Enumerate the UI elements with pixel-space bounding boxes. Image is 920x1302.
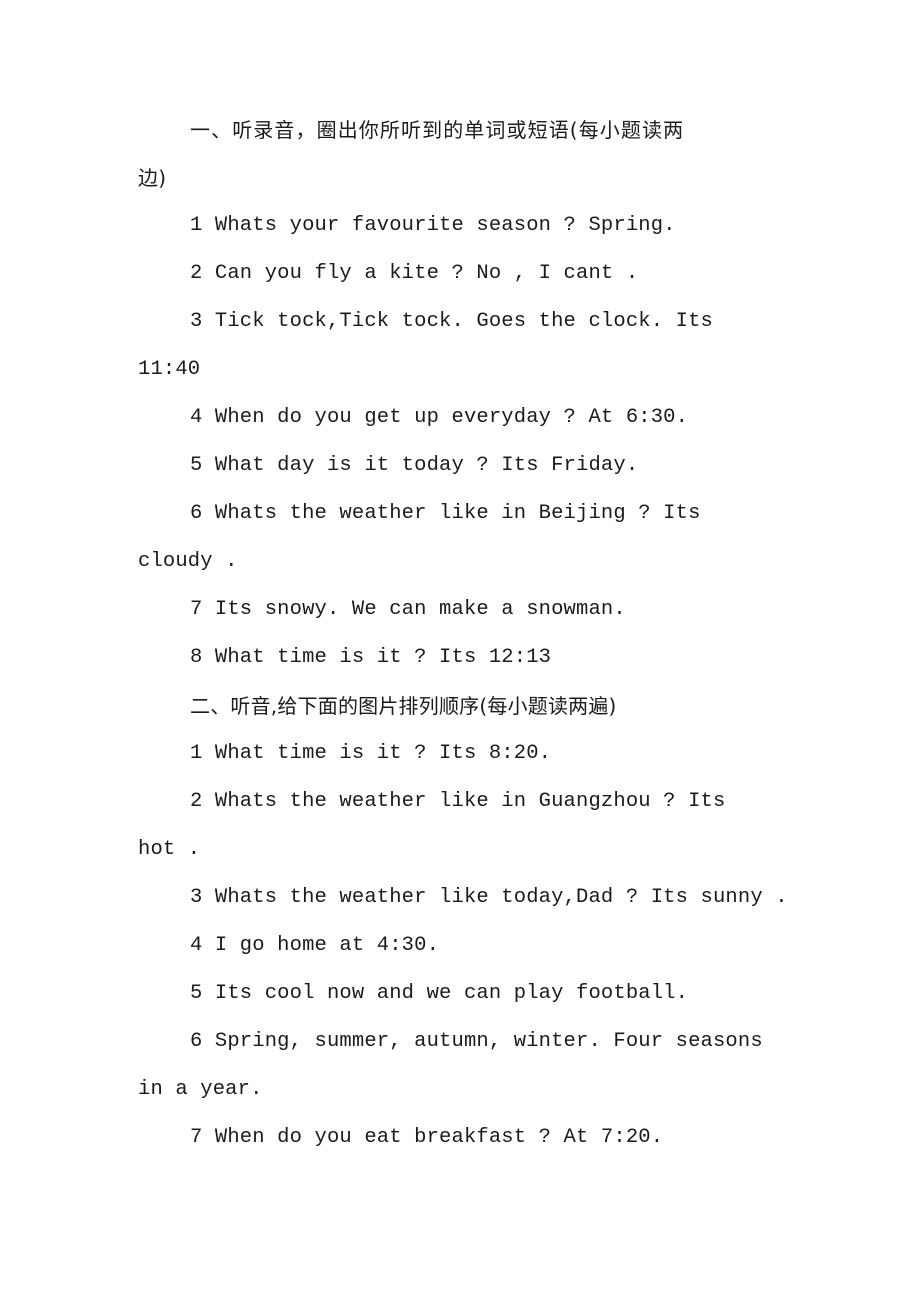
section-one-item-2: 2 Can you fly a kite ? No , I cant .	[190, 262, 639, 285]
section-two-item-2-continuation: hot .	[138, 838, 201, 861]
document-body: 一、听录音，圈出你所听到的单词或短语(每小题读两 边) 1 Whats your…	[138, 106, 788, 1162]
section-two-item-6: 6 Spring, summer, autumn, winter. Four s…	[190, 1030, 763, 1053]
section-one-item-3: 3 Tick tock,Tick tock. Goes the clock. I…	[190, 310, 713, 333]
document-page: 一、听录音，圈出你所听到的单词或短语(每小题读两 边) 1 Whats your…	[0, 0, 920, 1302]
section-one-item-8: 8 What time is it ? Its 12:13	[190, 646, 552, 669]
section-one-item-3-continuation: 11:40	[138, 358, 201, 381]
section-one-item-4: 4 When do you get up everyday ? At 6:30.	[190, 406, 689, 429]
section-one-item-6: 6 Whats the weather like in Beijing ? It…	[190, 502, 701, 525]
section-one-item-5: 5 What day is it today ? Its Friday.	[190, 454, 639, 477]
section-two-heading: 二、听音,给下面的图片排列顺序(每小题读两遍)	[190, 694, 617, 718]
section-two-item-4: 4 I go home at 4:30.	[190, 934, 440, 957]
section-two-item-3: 3 Whats the weather like today,Dad ? Its…	[190, 886, 788, 909]
section-two-item-6-continuation: in a year.	[138, 1078, 263, 1101]
section-two-item-2: 2 Whats the weather like in Guangzhou ? …	[190, 790, 726, 813]
section-two-item-1: 1 What time is it ? Its 8:20.	[190, 742, 552, 765]
section-one-item-7: 7 Its snowy. We can make a snowman.	[190, 598, 626, 621]
section-one-heading-line-2: 边)	[138, 166, 167, 190]
section-two-item-7: 7 When do you eat breakfast ? At 7:20.	[190, 1126, 664, 1149]
section-one-heading-line-1: 一、听录音，圈出你所听到的单词或短语(每小题读两	[190, 118, 685, 142]
section-one-item-6-continuation: cloudy .	[138, 550, 238, 573]
section-one-item-1: 1 Whats your favourite season ? Spring.	[190, 214, 676, 237]
section-two-item-5: 5 Its cool now and we can play football.	[190, 982, 689, 1005]
